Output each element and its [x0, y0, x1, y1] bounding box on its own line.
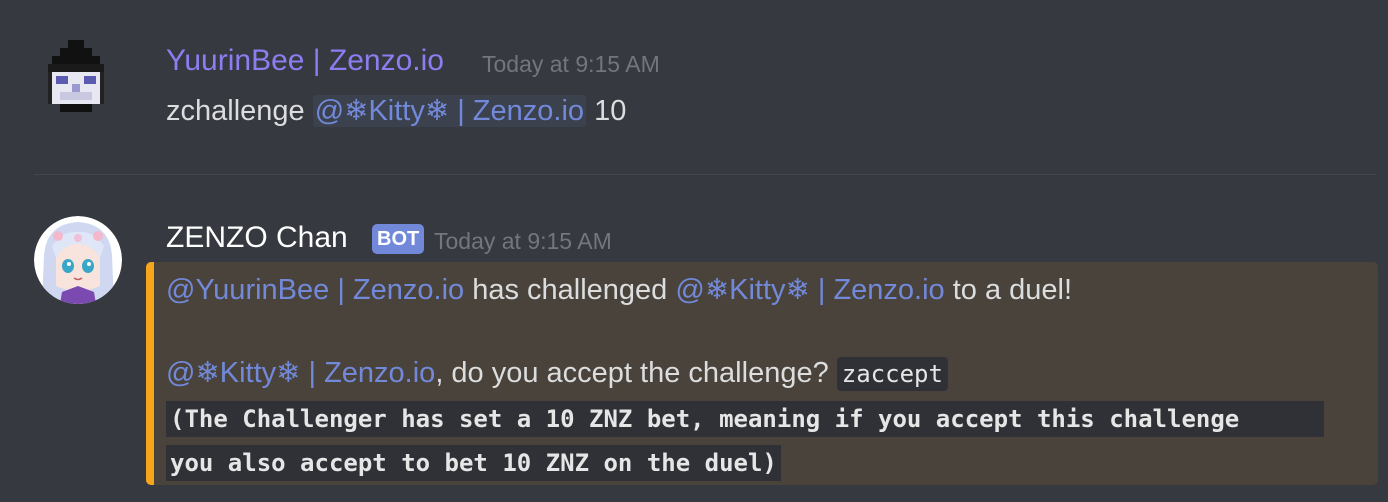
code-line-bet-info-1: (The Challenger has set a 10 ZNZ bet, me…: [166, 401, 1324, 437]
embed-line-accept: @❄Kitty❄ | Zenzo.io, do you accept the c…: [166, 355, 948, 391]
chat-messages: YuurinBee | Zenzo.io Today at 9:15 AM zc…: [0, 0, 1388, 502]
inline-code-zaccept: zaccept: [836, 357, 948, 391]
code-line-bet-info-2: you also accept to bet 10 ZNZ on the due…: [166, 445, 781, 481]
bot-tag-badge: BOT: [372, 224, 425, 254]
avatar[interactable]: [34, 216, 122, 304]
embed-text: , do you accept the challenge?: [435, 357, 837, 389]
user-mention[interactable]: @❄Kitty❄ | Zenzo.io: [166, 357, 435, 389]
embed-line-challenge: @YuurinBee | Zenzo.io has challenged @❄K…: [166, 272, 1072, 307]
timestamp: Today at 9:15 AM: [434, 228, 612, 254]
embed-accent-bar: [146, 262, 154, 485]
embed-text: to a duel!: [944, 274, 1073, 306]
user-mention[interactable]: @❄Kitty❄ | Zenzo.io: [675, 274, 944, 306]
user-mention[interactable]: @YuurinBee | Zenzo.io: [166, 274, 464, 306]
message-group-zenzo-chan: ZENZO Chan BOT Today at 9:15 AM @YuurinB…: [0, 0, 1388, 502]
embed: @YuurinBee | Zenzo.io has challenged @❄K…: [146, 262, 1378, 485]
author-name[interactable]: ZENZO Chan: [166, 221, 348, 255]
anime-girl-avatar-icon: [34, 216, 122, 304]
embed-text: has challenged: [464, 274, 676, 306]
